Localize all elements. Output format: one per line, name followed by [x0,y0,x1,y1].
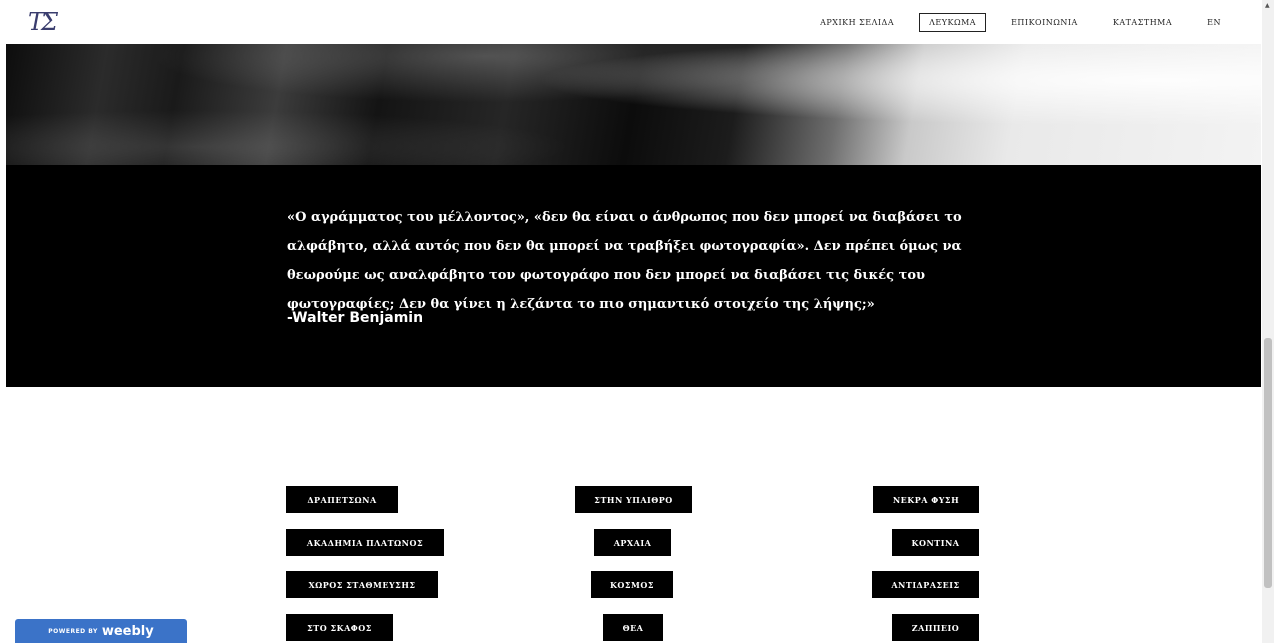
album-button-drapetsona[interactable]: ΔΡΑΠΕΤΣΩΝΑ [286,486,398,513]
page-scrollbar[interactable]: ▲ [1262,0,1274,643]
powered-by-weebly-badge[interactable]: POWERED BY weebly [15,619,187,643]
album-button-sto-skafos[interactable]: ΣΤΟ ΣΚΑΦΟΣ [286,614,393,641]
weebly-logo: weebly [101,623,154,639]
album-button-antidraseis[interactable]: ΑΝΤΙΔΡΑΣΕΙΣ [872,571,979,598]
album-button-parking[interactable]: ΧΩΡΟΣ ΣΤΑΘΜΕΥΣΗΣ [286,571,438,598]
powered-by-text: POWERED BY [48,627,98,635]
main-nav: ΑΡΧΙΚΗ ΣΕΛΙΔΑ ΛΕΥΚΩΜΑ ΕΠΙΚΟΙΝΩΝΙΑ ΚΑΤΑΣΤ… [795,13,1231,32]
album-button-arxaia[interactable]: ΑΡΧΑΙΑ [594,529,671,556]
nav-item-shop[interactable]: ΚΑΤΑΣΤΗΜΑ [1103,13,1182,32]
hero-photo-shading [6,44,1261,165]
album-button-kontina[interactable]: ΚΟΝΤΙΝΑ [892,529,979,556]
album-button-nekra-fysi[interactable]: ΝΕΚΡΑ ΦΥΣΗ [873,486,979,513]
nav-item-language[interactable]: EN [1197,13,1231,32]
album-button-akadimia-platonos[interactable]: ΑΚΑΔΗΜΙΑ ΠΛΑΤΩΝΟΣ [286,529,444,556]
album-button-stin-ypaithro[interactable]: ΣΤΗΝ ΥΠΑΙΘΡΟ [575,486,692,513]
scrollbar-thumb[interactable] [1264,338,1272,588]
page: ΤΣ ΑΡΧΙΚΗ ΣΕΛΙΔΑ ΛΕΥΚΩΜΑ ΕΠΙΚΟΙΝΩΝΙΑ ΚΑΤ… [6,0,1261,643]
nav-item-home[interactable]: ΑΡΧΙΚΗ ΣΕΛΙΔΑ [810,13,904,32]
quote-author: -Walter Benjamin [287,310,424,326]
hero-photo [6,44,1261,165]
site-header: ΤΣ ΑΡΧΙΚΗ ΣΕΛΙΔΑ ΛΕΥΚΩΜΑ ΕΠΙΚΟΙΝΩΝΙΑ ΚΑΤ… [6,0,1261,44]
album-button-zappeio[interactable]: ΖΑΠΠΕΙΟ [892,614,979,641]
quote-text: «Ο αγράμματος του μέλλοντος», «δεν θα εί… [287,210,962,312]
album-button-thea[interactable]: ΘΕΑ [603,614,663,641]
site-logo[interactable]: ΤΣ [28,8,58,36]
nav-item-contact[interactable]: ΕΠΙΚΟΙΝΩΝΙΑ [1001,13,1088,32]
quote-section: «Ο αγράμματος του μέλλοντος», «δεν θα εί… [6,165,1261,387]
nav-item-album[interactable]: ΛΕΥΚΩΜΑ [919,13,987,32]
scroll-up-arrow-icon[interactable]: ▲ [1265,2,1270,9]
album-button-kosmos[interactable]: ΚΟΣΜΟΣ [591,571,673,598]
